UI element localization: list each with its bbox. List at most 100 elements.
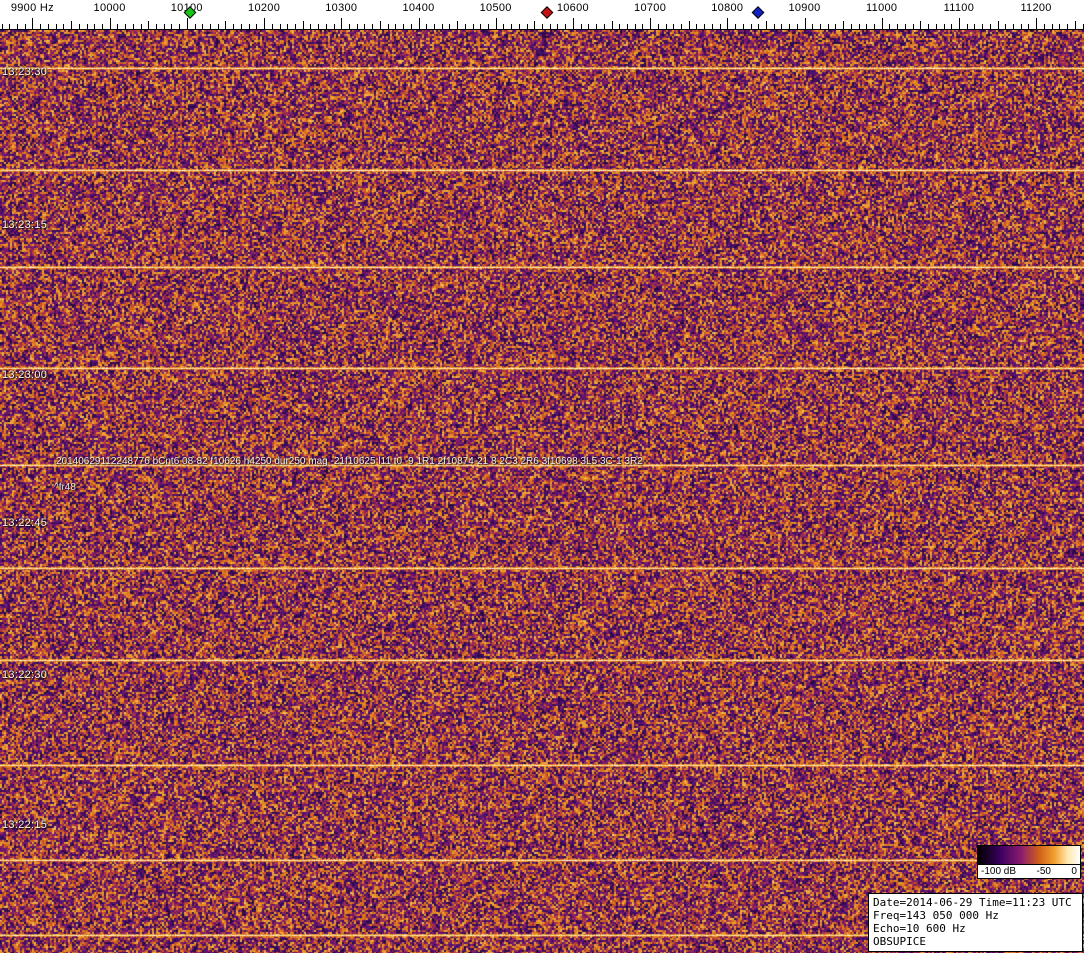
info-line-date: Date=2014-06-29 Time=11:23 UTC [873,896,1072,909]
db-scale-labels: -100 dB -50 0 [977,865,1081,879]
ruler-tick [518,24,520,29]
ruler-tick [619,24,621,29]
ruler-tick [650,18,652,29]
ruler-tick [688,21,690,29]
time-label: 13:23:15 [2,219,48,231]
ruler-tick [63,24,65,29]
ruler-tick [333,24,335,29]
freq-tick-label: 10900 [788,2,821,14]
freq-tick-label: 10000 [93,2,126,14]
ruler-tick [889,24,891,29]
ruler-tick [318,24,320,29]
ruler-tick [1051,24,1053,29]
time-label: 13:23:00 [2,369,48,381]
ruler-tick [264,18,266,29]
freq-tick-label: 10800 [711,2,744,14]
ruler-tick [94,24,96,29]
ruler-tick [310,24,312,29]
ruler-tick [279,24,281,29]
freq-tick-label: 9900 Hz [10,2,54,14]
ruler-tick [171,24,173,29]
ruler-tick [912,24,914,29]
ruler-tick [156,24,157,29]
ruler-tick [603,24,605,29]
ruler-tick [71,21,72,29]
ruler-tick [526,24,528,29]
ruler-tick [796,24,798,29]
spectrogram-canvas[interactable] [0,30,1084,953]
ruler-tick [565,24,567,29]
ruler-tick [943,24,945,29]
ruler-tick [101,24,103,29]
red-marker-diamond[interactable] [540,6,553,19]
ruler-tick [449,24,451,29]
ruler-tick [271,24,273,29]
ruler-tick [40,24,42,29]
ruler-tick [403,24,404,29]
ruler-tick [132,24,134,29]
ruler-tick [1028,24,1030,29]
ruler-tick [997,21,999,29]
event-annotation: 20140629112248776 bCnt6 08-82 f10626 h42… [56,456,643,467]
ruler-tick [742,24,744,29]
ruler-tick [858,24,860,29]
blue-marker-diamond[interactable] [751,6,765,19]
ruler-tick [773,24,775,29]
ruler-tick [24,24,26,29]
spectrogram-area: 13:23:30 13:23:15 13:23:00 13:22:45 13:22:30… [0,30,1084,953]
ruler-tick [78,24,80,29]
ruler-tick [758,24,760,29]
time-label: 13:22:15 [2,819,48,831]
freq-tick-label: 10300 [325,2,358,14]
ruler-tick [395,24,397,29]
ruler-tick [349,24,350,29]
ruler-tick [874,24,875,29]
ruler-tick [248,24,250,29]
time-label: 13:22:45 [2,517,48,529]
ruler-tick [256,24,258,29]
ruler-tick [109,18,111,29]
ruler-tick [9,24,11,29]
db-gradient-bar [977,845,1081,865]
ruler-tick [1067,24,1068,29]
ruler-tick [588,24,590,29]
ruler-tick [480,24,482,29]
freq-tick-label: 11100 [943,2,975,14]
ruler-tick [179,24,181,29]
ruler-tick [673,24,675,29]
ruler-tick [240,24,242,29]
ruler-tick [542,24,543,29]
ruler-tick [1020,24,1022,29]
ruler-tick [850,24,852,29]
ruler-tick [163,24,165,29]
ruler-tick [735,24,736,29]
ruler-tick [364,24,366,29]
ruler-tick [572,18,574,29]
frequency-ruler[interactable]: 9900 Hz100001010010200103001040010500106… [0,0,1084,30]
ruler-tick [457,21,459,29]
ruler-tick [719,24,721,29]
info-line-station: OBSUPICE [873,935,926,948]
db-color-scale: -100 dB -50 0 [977,845,1081,879]
ruler-tick [287,24,289,29]
ruler-tick [356,24,358,29]
ruler-tick [1013,24,1014,29]
ruler-tick [665,24,667,29]
ruler-tick [634,24,636,29]
ruler-tick [86,24,88,29]
ruler-tick [804,18,806,29]
ruler-tick [379,21,381,29]
ruler-tick [202,24,204,29]
ruler-tick [217,24,219,29]
ruler-tick [812,24,814,29]
ruler-tick [302,21,304,29]
ruler-tick [881,18,883,29]
ruler-tick [418,18,420,29]
ruler-tick [117,24,119,29]
ruler-tick [904,24,906,29]
freq-tick-label: 10200 [248,2,281,14]
ruler-tick [441,24,443,29]
ruler-tick [580,24,582,29]
ruler-tick [704,24,706,29]
ruler-tick [1,24,3,29]
